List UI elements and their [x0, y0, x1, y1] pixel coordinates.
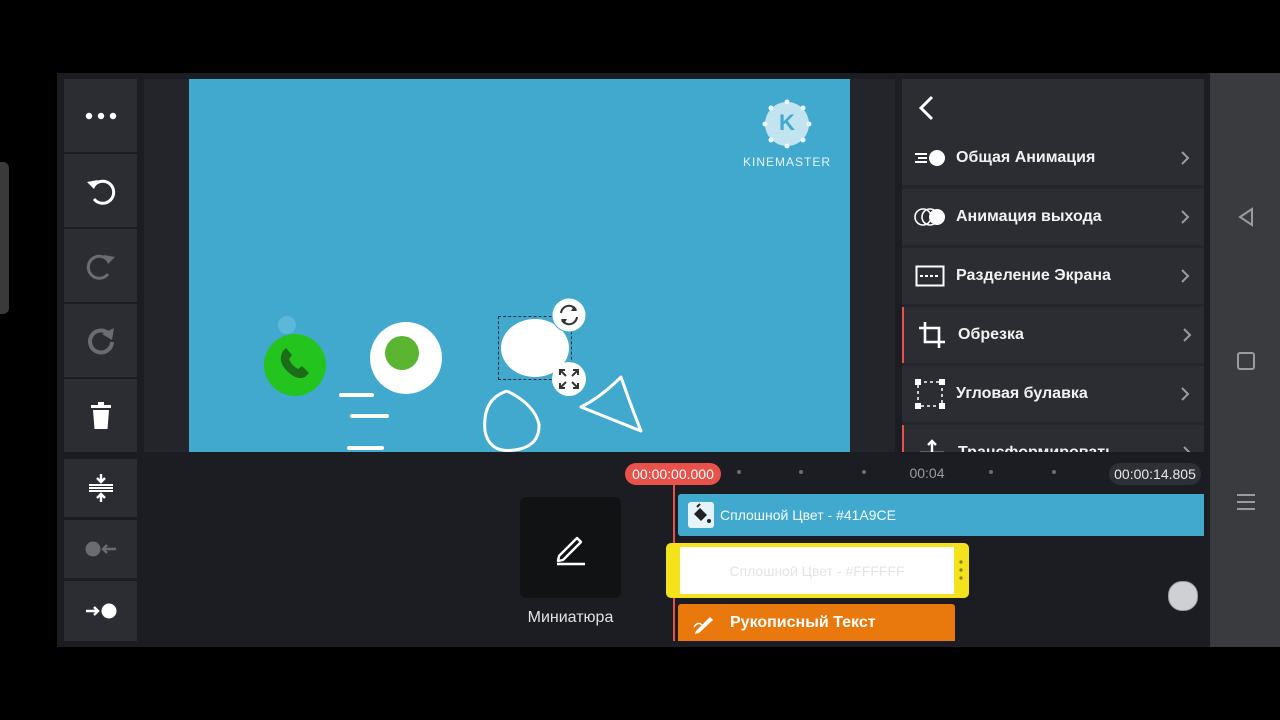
level-icon — [88, 474, 113, 502]
trim-handle-icon[interactable] — [958, 559, 964, 581]
undo-button[interactable] — [64, 154, 137, 227]
corner-pin-icon — [912, 376, 948, 412]
chevron-right-icon — [1183, 446, 1191, 452]
trash-icon — [90, 401, 111, 429]
out-animation-icon — [912, 199, 948, 235]
handwriting-icon — [693, 616, 713, 634]
menu-item-crop[interactable]: Обрезка — [902, 307, 1204, 363]
pencil-icon — [556, 536, 585, 565]
track-solid-color-white[interactable]: Сплошной Цвет - #FFFFFF — [666, 543, 969, 598]
menu-item-transform[interactable]: Трансформировать — [902, 425, 1204, 452]
level-button[interactable] — [64, 459, 137, 517]
redo-icon — [86, 254, 115, 280]
chevron-right-icon — [1181, 210, 1190, 224]
pin-out-button[interactable] — [64, 581, 137, 641]
pin-out-icon — [85, 603, 116, 619]
chevron-right-icon — [1181, 387, 1190, 401]
panel-header — [902, 79, 1204, 136]
nav-home-icon[interactable] — [1236, 351, 1256, 371]
ruler-dot — [989, 470, 993, 474]
split-screen-icon — [912, 258, 948, 294]
ruler-time-mark: 00:04 — [909, 465, 945, 481]
restore-button[interactable] — [64, 304, 137, 377]
device-edge — [0, 162, 9, 314]
transform-icon — [914, 435, 950, 452]
video-preview[interactable]: K KINEMASTER — [189, 79, 850, 452]
resize-handle-icon[interactable] — [550, 360, 588, 398]
menu-item-label: Трансформировать — [958, 444, 1182, 452]
chevron-right-icon — [1181, 150, 1190, 165]
nav-back-icon[interactable] — [1235, 206, 1257, 228]
redo-button[interactable] — [64, 229, 137, 302]
crop-icon — [914, 317, 950, 353]
menu-item-split-screen[interactable]: Разделение Экрана — [902, 248, 1204, 304]
playhead-time[interactable]: 00:00:00.000 — [625, 463, 721, 485]
menu-item-out-animation[interactable]: Анимация выхода — [902, 189, 1204, 245]
ruler-dot — [862, 470, 866, 474]
motion-icon — [912, 140, 948, 176]
options-panel: Общая Анимация Анимация выхода Разделени… — [902, 79, 1204, 452]
timeline-scroll-handle[interactable] — [1168, 581, 1198, 611]
menu-item-label: Анимация выхода — [956, 208, 1102, 225]
more-icon — [85, 112, 116, 119]
pin-in-button[interactable] — [64, 520, 137, 578]
track-handwriting[interactable]: Рукописный Текст — [678, 604, 955, 641]
more-button[interactable] — [64, 79, 137, 152]
handwriting-layer — [264, 316, 643, 452]
track-solid-color-blue[interactable]: Сплошной Цвет - #41A9CE — [678, 494, 1204, 536]
ruler-dot — [799, 470, 803, 474]
nav-menu-icon[interactable] — [1235, 491, 1257, 513]
rotate-handle-icon[interactable] — [550, 296, 588, 334]
thumbnail-button[interactable] — [520, 497, 621, 598]
ruler-dot — [1052, 470, 1056, 474]
menu-item-motion[interactable]: Общая Анимация — [902, 130, 1204, 185]
thumbnail-label: Миниатюра — [527, 609, 614, 626]
back-arrow-icon[interactable] — [916, 94, 936, 122]
track-label: Рукописный Текст — [730, 613, 876, 631]
track-label: Сплошной Цвет - #FFFFFF — [680, 547, 954, 594]
restore-icon — [87, 327, 114, 354]
menu-item-label: Разделение Экрана — [956, 267, 1111, 284]
menu-item-label: Обрезка — [958, 326, 1024, 343]
track-label: Сплошной Цвет - #41A9CE — [720, 507, 897, 523]
system-nav-bar — [1210, 73, 1280, 647]
chevron-right-icon — [1181, 269, 1190, 283]
menu-item-corner-pin[interactable]: Угловая булавка — [902, 366, 1204, 422]
chevron-right-icon — [1183, 328, 1192, 342]
total-duration: 00:00:14.805 — [1109, 463, 1201, 485]
undo-icon — [86, 179, 115, 205]
menu-item-label: Угловая булавка — [956, 385, 1088, 402]
menu-item-label: Общая Анимация — [956, 148, 1096, 166]
ruler-dot — [737, 470, 741, 474]
paint-bucket-icon — [688, 502, 714, 528]
pin-in-icon — [85, 541, 116, 557]
delete-button[interactable] — [64, 379, 137, 452]
